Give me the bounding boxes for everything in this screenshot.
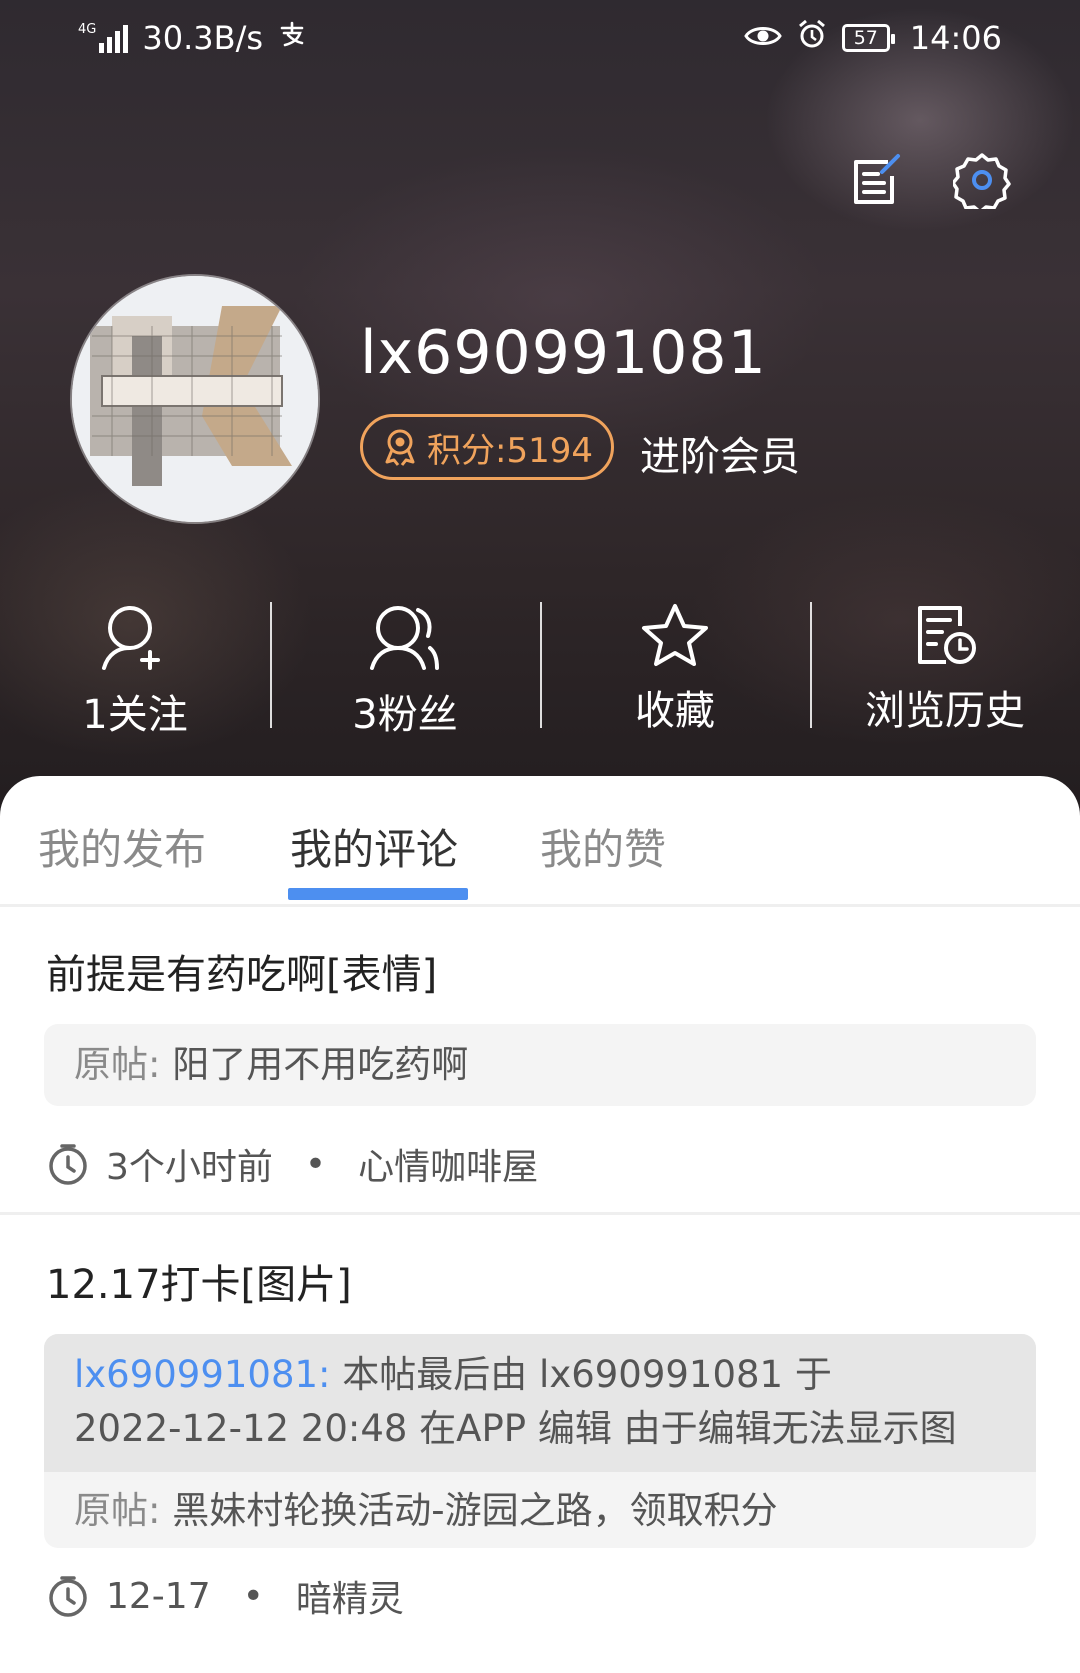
original-post-title: 黑妹村轮换活动-游园之路，领取积分 [172,1489,778,1532]
network-type: 4G [78,22,97,37]
following-stat[interactable]: 1关注 [0,598,270,738]
fans-stat[interactable]: 3粉丝 [270,598,540,738]
follow-icon [102,606,160,670]
comment-time: 12-17 [106,1575,211,1617]
clock-time: 14:06 [909,19,1002,57]
original-post-key: 原帖: [74,1043,161,1086]
following-label: 1关注 [82,692,188,738]
edit-note-line1: 本帖最后由 lx690991081 于 [342,1353,832,1396]
status-bar: 4G 30.3B/s 57 14:06 [0,0,1080,76]
meta-separator: • [242,1575,264,1617]
settings-button[interactable] [952,150,1012,210]
gear-icon [953,153,1011,209]
clock-icon [49,1576,87,1617]
signal-icon: 4G [78,22,129,53]
medal-icon [385,429,415,466]
edit-profile-button[interactable] [846,150,906,210]
member-level[interactable]: 进阶会员 [640,424,800,482]
active-tab-indicator [288,888,468,900]
points-badge[interactable]: 积分:5194 [360,414,614,480]
original-post-quote[interactable]: 原帖: 阳了用不用吃药啊 [44,1024,1036,1106]
tab-my-comments[interactable]: 我的评论 [290,816,458,877]
comment-meta: 3个小时前 • 心情咖啡屋 [46,1138,538,1190]
edit-icon [854,154,900,204]
history-label: 浏览历史 [865,688,1025,734]
edit-note: lx690991081: 本帖最后由 lx690991081 于 2022-12… [44,1334,1036,1472]
comment-time: 3个小时前 [106,1147,273,1188]
avatar-image [72,276,318,522]
alarm-icon [796,18,828,58]
favorites-stat[interactable]: 收藏 [540,598,810,734]
tab-my-posts[interactable]: 我的发布 [38,816,206,877]
alipay-icon [277,19,307,57]
divider [0,1212,1080,1215]
history-stat[interactable]: 浏览历史 [810,598,1080,734]
original-post-quote[interactable]: lx690991081: 本帖最后由 lx690991081 于 2022-12… [44,1334,1036,1548]
comment-board[interactable]: 心情咖啡屋 [358,1138,538,1190]
favorites-label: 收藏 [635,688,715,734]
fans-icon [370,606,439,670]
comment-title[interactable]: 前提是有药吃啊[表情] [46,942,437,1000]
tab-my-likes[interactable]: 我的赞 [540,816,666,877]
network-speed: 30.3B/s [142,19,264,57]
star-icon [642,604,708,666]
history-icon [918,606,976,664]
stats-bar: 1关注 3粉丝 收藏 浏览历史 [0,598,1080,738]
comment-meta: 12-17 • 暗精灵 [46,1570,404,1622]
original-post-title: 阳了用不用吃药啊 [172,1043,469,1086]
edit-note-line2: 2022-12-12 20:48 在APP 编辑 由于编辑无法显示图 [74,1407,957,1450]
fans-label: 3粉丝 [352,692,458,738]
username: lx690991081 [360,318,767,388]
comment-board[interactable]: 暗精灵 [296,1570,404,1622]
tab-bar: 我的发布 我的评论 我的赞 [0,776,1080,907]
original-post-key: 原帖: [74,1489,161,1532]
clock-icon [49,1144,87,1185]
battery-level: 57 [853,27,878,49]
content-card: 我的发布 我的评论 我的赞 前提是有药吃啊[表情] 原帖: 阳了用不用吃药啊 3… [0,776,1080,1673]
edit-user: lx690991081: [74,1353,331,1396]
comment-title[interactable]: 12.17打卡[图片] [46,1252,352,1310]
eye-icon [744,19,782,57]
avatar[interactable] [72,276,318,522]
battery-icon: 57 [841,24,895,52]
meta-separator: • [304,1143,327,1185]
points-value: 积分:5194 [427,430,593,471]
